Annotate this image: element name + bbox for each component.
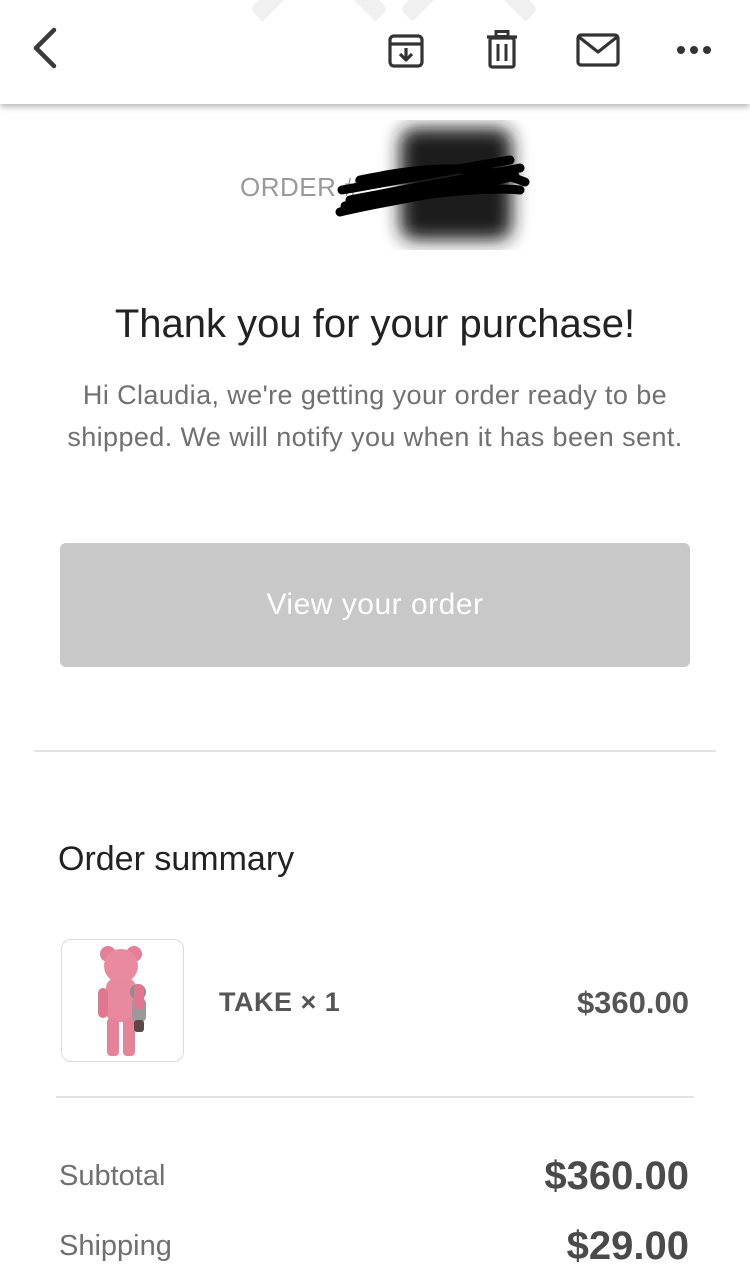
subtotal-value: $360.00 bbox=[544, 1154, 689, 1198]
product-image bbox=[61, 939, 184, 1062]
shipping-label: Shipping bbox=[59, 1230, 172, 1262]
background-ghost-shape bbox=[249, 0, 389, 79]
chevron-left-icon bbox=[30, 27, 60, 69]
more-horizontal-icon bbox=[676, 45, 712, 55]
summary-divider bbox=[56, 1096, 694, 1098]
archive-icon bbox=[387, 31, 425, 69]
confirmation-message: Hi Claudia, we're getting your order rea… bbox=[67, 380, 683, 452]
product-figure-illustration bbox=[98, 946, 146, 1056]
section-divider bbox=[34, 750, 716, 752]
product-name: TAKE × 1 bbox=[219, 987, 341, 1017]
product-price: $360.00 bbox=[576, 985, 689, 1020]
trash-icon bbox=[485, 30, 519, 70]
archive-button[interactable] bbox=[384, 28, 428, 72]
more-options-button[interactable] bbox=[672, 28, 716, 72]
email-toolbar bbox=[0, 0, 750, 104]
back-button[interactable] bbox=[20, 22, 70, 74]
redaction-scribble bbox=[335, 128, 530, 240]
email-view: ORDER # Thank you for your purchase! Hi … bbox=[0, 0, 750, 1287]
subtotal-label: Subtotal bbox=[59, 1160, 166, 1192]
shipping-value: $29.00 bbox=[566, 1224, 689, 1268]
delete-button[interactable] bbox=[480, 28, 524, 72]
order-summary-title: Order summary bbox=[58, 840, 295, 878]
mark-unread-button[interactable] bbox=[574, 28, 622, 72]
mail-icon bbox=[576, 33, 620, 67]
confirmation-title: Thank you for your purchase! bbox=[114, 302, 636, 346]
view-order-button[interactable]: View your order bbox=[60, 543, 690, 667]
